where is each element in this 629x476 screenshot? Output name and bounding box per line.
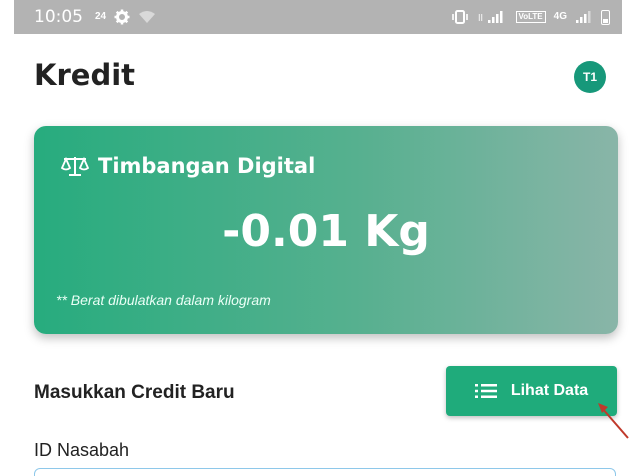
vibrate-icon <box>451 10 468 24</box>
annotation-arrow <box>598 403 629 439</box>
list-icon <box>474 384 497 398</box>
status-icons-right: ll VoLTE 4G <box>450 9 610 25</box>
status-bar: 10:05 24 ll VoLTE 4G <box>14 0 622 34</box>
signal-icon: ll <box>478 11 502 24</box>
data-badge-icon: 24 <box>95 11 107 22</box>
id-nasabah-input[interactable] <box>34 468 616 476</box>
card-title: Timbangan Digital <box>98 154 316 178</box>
svg-text:ll: ll <box>478 14 483 24</box>
view-data-label: Lihat Data <box>510 382 589 399</box>
avatar[interactable]: T1 <box>574 61 606 93</box>
id-nasabah-label: ID Nasabah <box>34 440 130 460</box>
volte-icon: VoLTE <box>515 11 546 23</box>
section-title: Masukkan Credit Baru <box>34 382 235 403</box>
card-header: Timbangan Digital <box>60 154 315 178</box>
gear-icon <box>114 9 130 25</box>
scale-icon <box>60 156 90 176</box>
status-icons-left: 24 <box>95 9 156 25</box>
network-type-label: 4G <box>553 11 567 22</box>
battery-icon <box>601 9 610 25</box>
weight-value: -0.01 Kg <box>222 206 430 257</box>
page-title: Kredit <box>34 58 136 92</box>
scale-card: Timbangan Digital -0.01 Kg ** Berat dibu… <box>34 126 618 334</box>
signal-icon <box>576 11 591 23</box>
status-time: 10:05 <box>34 7 83 27</box>
wifi-icon <box>139 11 156 23</box>
status-left: 10:05 24 <box>34 7 156 27</box>
weight-note: ** Berat dibulatkan dalam kilogram <box>56 292 271 308</box>
